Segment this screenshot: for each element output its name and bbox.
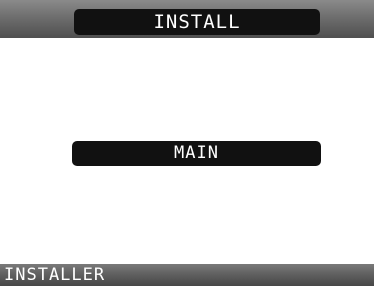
device-screen: INSTALL MAIN INSTALLER	[0, 0, 374, 286]
header-bar: INSTALL	[0, 0, 374, 38]
menu-item-main[interactable]: MAIN	[72, 141, 321, 166]
footer-label: INSTALLER	[4, 265, 106, 285]
page-title: INSTALL	[74, 9, 320, 35]
footer-bar: INSTALLER	[0, 264, 374, 286]
